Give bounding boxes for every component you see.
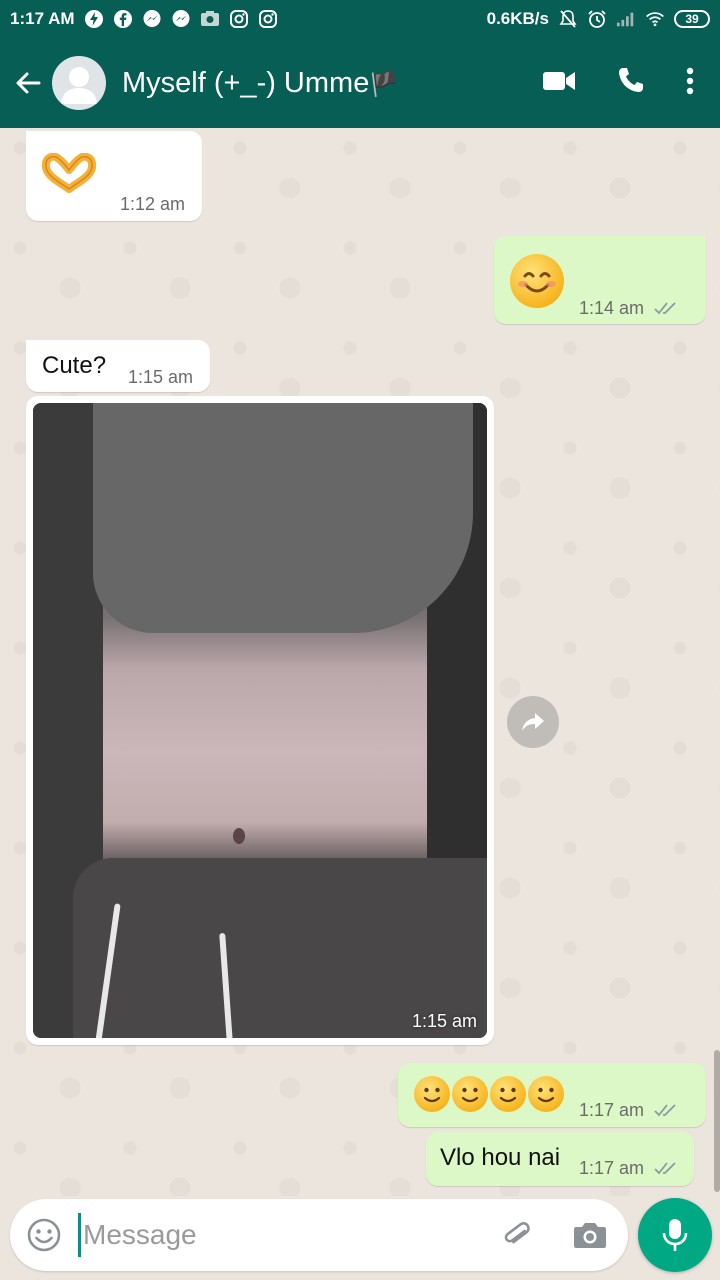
photo-region: [233, 828, 245, 844]
video-call-icon[interactable]: [542, 69, 576, 98]
network-speed: 0.6KB/s: [486, 9, 549, 28]
message-text: Cute?: [42, 352, 107, 379]
alarm-icon: [587, 9, 607, 29]
message-bubble-incoming[interactable]: Cute? 1:15 am: [26, 340, 210, 392]
battery-icon: 39: [674, 10, 710, 28]
mic-icon: [662, 1219, 688, 1251]
more-options-icon[interactable]: [686, 67, 694, 100]
message-time: 1:14 am: [579, 298, 645, 318]
heart-hands-emoji-icon: [40, 152, 98, 198]
status-time: 1:17 AM: [10, 9, 75, 28]
messenger-icon: [142, 9, 162, 29]
message-time: 1:17 am: [579, 1100, 645, 1120]
message-bubble-outgoing[interactable]: 🙂🙂🙂🙂 1:17 am: [398, 1063, 706, 1127]
photo-thumbnail[interactable]: 1:15 am: [33, 403, 487, 1038]
signal-icon: [616, 9, 636, 29]
read-ticks-icon: [654, 1160, 680, 1181]
mute-icon: [558, 9, 578, 29]
message-bubble-outgoing[interactable]: 😊 1:14 am: [494, 236, 706, 324]
message-bubble-incoming[interactable]: 🫶 1:12 am: [26, 131, 202, 221]
avatar[interactable]: [52, 56, 106, 110]
message-composer: [10, 1199, 628, 1271]
contact-name[interactable]: Myself (+_-) Umme🏴: [122, 67, 399, 100]
message-time: 1:15 am: [128, 367, 194, 387]
message-input[interactable]: [78, 1213, 478, 1257]
facebook-icon: [113, 9, 133, 29]
photo-icon: [200, 9, 220, 29]
message-time: 1:17 am: [579, 1158, 645, 1178]
smiling-face-emoji-icon: [510, 254, 564, 308]
message-bubble-outgoing[interactable]: Vlo hou nai 1:17 am: [426, 1132, 694, 1186]
camera-icon[interactable]: [572, 1218, 608, 1257]
emoji-icon[interactable]: [26, 1217, 62, 1258]
message-text: Vlo hou nai: [440, 1144, 561, 1171]
slightly-smiling-face-icon: [414, 1076, 450, 1112]
attach-icon[interactable]: [500, 1218, 534, 1257]
slightly-smiling-face-icon: [528, 1076, 564, 1112]
photo-region: [93, 403, 473, 633]
slightly-smiling-face-icon: [490, 1076, 526, 1112]
back-arrow-icon[interactable]: [8, 68, 48, 98]
chat-area[interactable]: 🫶 1:12 am 😊 1:14 am Cute? 1:15 am: [0, 128, 720, 1196]
message-time: 1:15 am: [411, 1011, 477, 1031]
chat-header: Myself (+_-) Umme🏴: [0, 38, 720, 128]
scrollbar[interactable]: [714, 1050, 720, 1192]
read-ticks-icon: [654, 1102, 680, 1123]
instagram-icon: [258, 9, 278, 29]
bolt-icon: [84, 9, 104, 29]
forward-arrow-icon: [522, 713, 544, 731]
wifi-icon: [645, 9, 665, 29]
message-time: 1:12 am: [120, 194, 186, 214]
voice-call-icon[interactable]: [616, 66, 646, 101]
read-ticks-icon: [654, 300, 680, 321]
mic-button[interactable]: [638, 1198, 712, 1272]
messenger-icon: [171, 9, 191, 29]
flag-icon: 🏴: [369, 70, 400, 98]
forward-button[interactable]: [507, 696, 559, 748]
instagram-icon: [229, 9, 249, 29]
status-bar: 1:17 AM 0.6KB/s 39: [0, 0, 720, 38]
slightly-smiling-face-icon: [452, 1076, 488, 1112]
contact-name-text: Myself (+_-) Umme: [122, 66, 370, 99]
